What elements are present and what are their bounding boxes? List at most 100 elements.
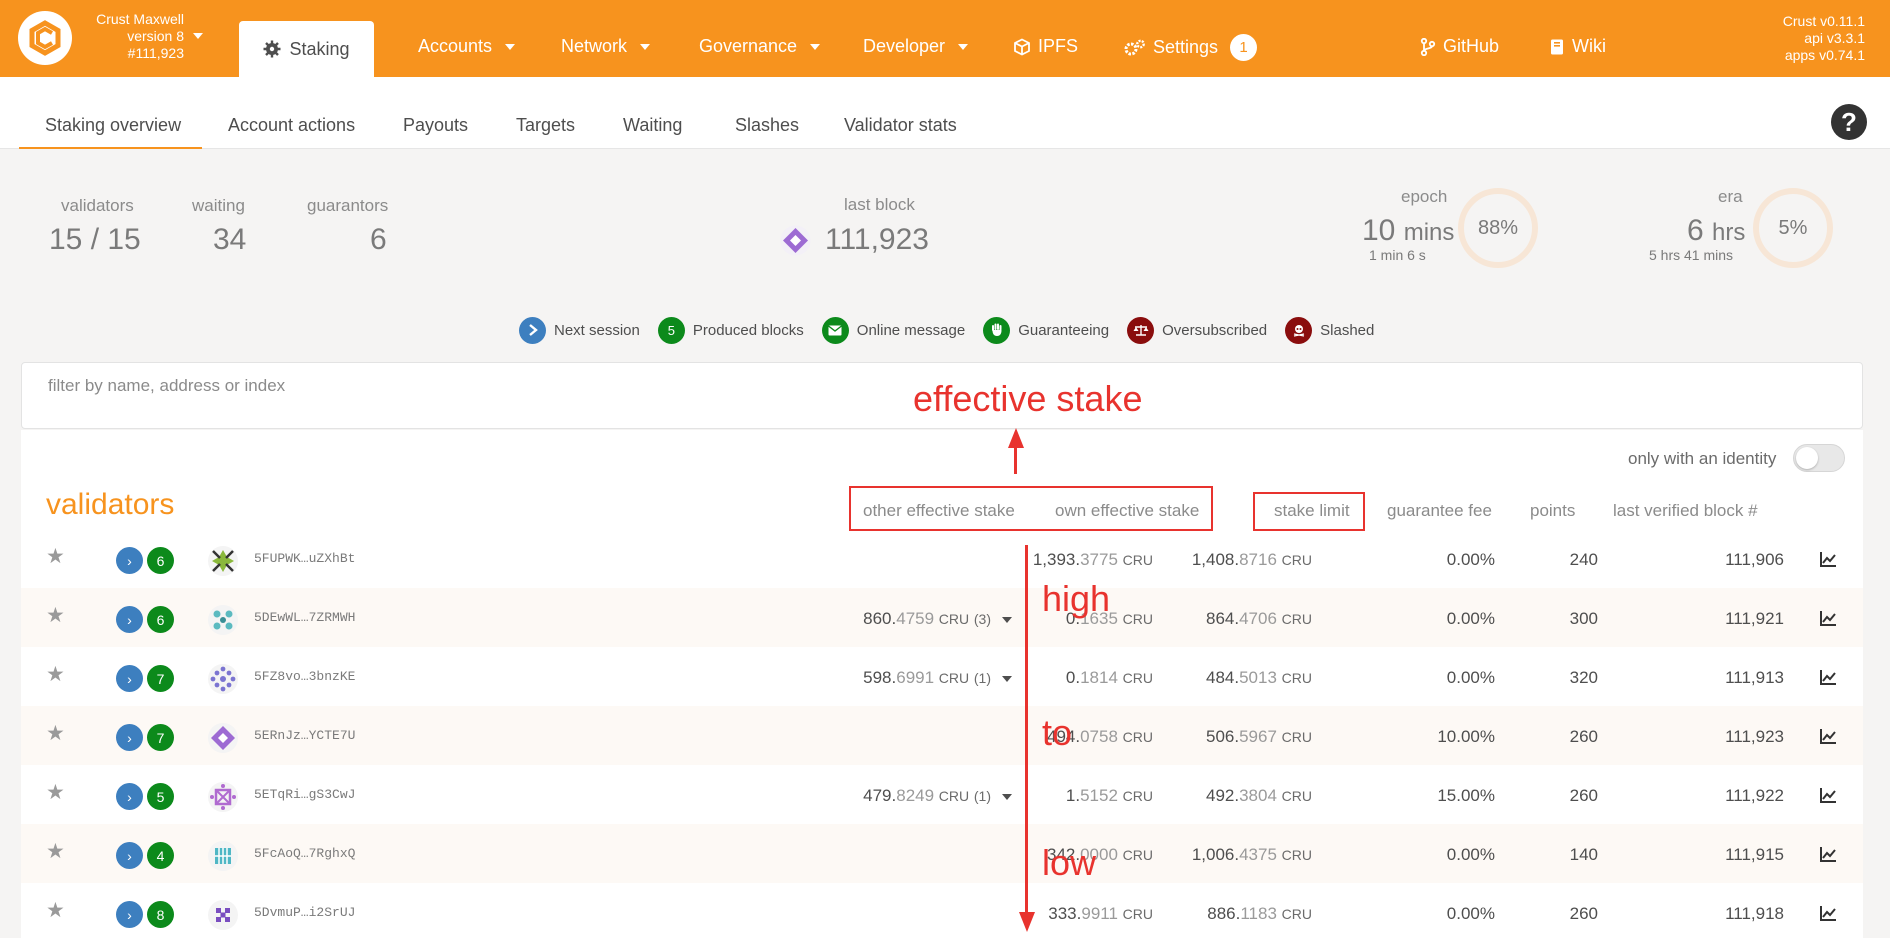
epoch-unit: mins <box>1403 219 1455 246</box>
validator-address[interactable]: 5FcAoQ…7RghxQ <box>254 846 355 861</box>
identicon-icon[interactable] <box>208 900 238 930</box>
stake-limit: 492.3804 CRU <box>1206 786 1312 806</box>
validator-address[interactable]: 5FZ8vo…3bnzKE <box>254 669 355 684</box>
points: 140 <box>1569 845 1598 864</box>
nav-governance[interactable]: Governance <box>699 36 821 57</box>
other-stake[interactable]: 479.8249 CRU (1) <box>863 786 1012 806</box>
table-row[interactable]: ★ › 8 5DvmuP…i2SrUJ 333.9911 CRU 886.118… <box>21 883 1863 938</box>
nav-settings[interactable]: Settings 1 <box>1124 34 1258 61</box>
annotation-box-stake-limit <box>1253 492 1365 531</box>
other-stake[interactable]: 860.4759 CRU (3) <box>863 609 1012 629</box>
identicon-icon[interactable] <box>208 841 238 871</box>
caret-down-icon[interactable] <box>1002 616 1012 623</box>
caret-down-icon[interactable] <box>1002 675 1012 682</box>
chain-block: #111,923 <box>127 45 184 61</box>
stake-limit-int: 506. <box>1206 727 1240 746</box>
envelope-icon <box>821 316 849 344</box>
star-icon[interactable]: ★ <box>46 782 65 803</box>
link-wiki[interactable]: Wiki <box>1549 36 1606 57</box>
table-row[interactable]: ★ › 5 5ETqRi…gS3CwJ 479.8249 CRU (1) 1.5… <box>21 765 1863 824</box>
nav-staking[interactable]: Staking <box>239 21 374 77</box>
chain-dropdown-icon[interactable] <box>193 33 203 39</box>
stake-limit-dec: 8716 <box>1239 550 1277 569</box>
era-value: 6 hrs <box>1687 214 1745 248</box>
tab-staking-overview[interactable]: Staking overview <box>45 115 181 136</box>
tab-payouts[interactable]: Payouts <box>403 115 468 136</box>
table-row[interactable]: ★ › 4 5FcAoQ…7RghxQ 342.0000 CRU 1,006.4… <box>21 824 1863 883</box>
unit: CRU <box>1281 847 1312 863</box>
stake-limit-int: 1,006. <box>1191 845 1240 864</box>
table-row[interactable]: ★ › 7 5ERnJz…YCTE7U 494.0758 CRU 506.596… <box>21 706 1863 765</box>
chart-line-icon[interactable] <box>1819 786 1837 804</box>
tab-waiting[interactable]: Waiting <box>623 115 682 136</box>
era-label: era <box>1718 187 1743 206</box>
table-row[interactable]: ★ › 7 5FZ8vo…3bnzKE 598.6991 CRU (1) 0.1… <box>21 647 1863 706</box>
identicon-icon[interactable] <box>208 605 238 635</box>
star-icon[interactable]: ★ <box>46 841 65 862</box>
top-navbar: Crust Maxwell version 8 #111,923 Staking… <box>0 0 1890 77</box>
star-icon[interactable]: ★ <box>46 605 65 626</box>
book-icon <box>1551 39 1563 54</box>
balance-scale-icon <box>1127 316 1155 344</box>
last-verified-block: 111,915 <box>1725 845 1784 864</box>
validator-address[interactable]: 5DvmuP…i2SrUJ <box>254 905 355 920</box>
nav-ipfs[interactable]: IPFS <box>1013 36 1078 57</box>
star-icon[interactable]: ★ <box>46 664 65 685</box>
chart-line-icon[interactable] <box>1819 727 1837 745</box>
chart-line-icon[interactable] <box>1819 609 1837 627</box>
legend-produced-blocks: 5 Produced blocks <box>657 316 804 344</box>
validator-address[interactable]: 5ERnJz…YCTE7U <box>254 728 355 743</box>
identicon-icon[interactable] <box>208 546 238 576</box>
produced-blocks-badge: 7 <box>147 665 174 692</box>
chain-info[interactable]: Crust Maxwell version 8 #111,923 <box>87 11 184 62</box>
own-stake-int: 0. <box>1065 668 1081 687</box>
guarantee-fee: 15.00% <box>1437 786 1495 805</box>
crust-logo[interactable] <box>18 11 72 65</box>
filter-input[interactable] <box>48 376 748 396</box>
identity-toggle[interactable] <box>1793 444 1845 472</box>
link-github-label: GitHub <box>1443 36 1500 56</box>
unit: CRU <box>1281 788 1312 804</box>
star-icon[interactable]: ★ <box>46 723 65 744</box>
chart-line-icon[interactable] <box>1819 550 1837 568</box>
unit: CRU <box>1281 611 1312 627</box>
stake-limit-int: 484. <box>1206 668 1240 687</box>
next-session-icon: › <box>116 901 143 928</box>
star-icon[interactable]: ★ <box>46 900 65 921</box>
chart-line-icon[interactable] <box>1819 904 1837 922</box>
legend-label: Produced blocks <box>692 321 804 339</box>
table-row[interactable]: ★ › 6 5DEwWL…7ZRMWH 860.4759 CRU (3) 0.1… <box>21 588 1863 647</box>
nav-developer[interactable]: Developer <box>863 36 969 57</box>
unit: CRU <box>938 611 970 627</box>
nav-network[interactable]: Network <box>561 36 651 57</box>
col-last-block[interactable]: last verified block # <box>1613 501 1758 521</box>
unit: CRU <box>1122 847 1153 863</box>
help-icon[interactable]: ? <box>1831 104 1867 140</box>
star-icon[interactable]: ★ <box>46 546 65 567</box>
epoch-number: 10 <box>1362 214 1396 247</box>
nav-accounts[interactable]: Accounts <box>418 36 516 57</box>
last-verified-block: 111,923 <box>1725 727 1784 746</box>
tab-validator-stats[interactable]: Validator stats <box>844 115 957 136</box>
identicon-icon[interactable] <box>208 664 238 694</box>
last-verified-block: 111,918 <box>1725 904 1784 923</box>
annotation-effective-stake: effective stake <box>913 378 1143 419</box>
validator-address[interactable]: 5FUPWK…uZXhBt <box>254 551 355 566</box>
chart-line-icon[interactable] <box>1819 845 1837 863</box>
validator-address[interactable]: 5ETqRi…gS3CwJ <box>254 787 355 802</box>
chart-line-icon[interactable] <box>1819 668 1837 686</box>
col-guarantee-fee[interactable]: guarantee fee <box>1387 501 1492 521</box>
tab-targets[interactable]: Targets <box>516 115 575 136</box>
api-version: api v3.3.1 <box>1804 30 1865 46</box>
tab-slashes[interactable]: Slashes <box>735 115 799 136</box>
identicon-icon[interactable] <box>208 782 238 812</box>
identicon-icon[interactable] <box>208 723 238 753</box>
validator-address[interactable]: 5DEwWL…7ZRMWH <box>254 610 355 625</box>
caret-down-icon[interactable] <box>1002 793 1012 800</box>
version-info: Crust v0.11.1 api v3.3.1 apps v0.74.1 <box>1783 13 1865 64</box>
other-stake[interactable]: 598.6991 CRU (1) <box>863 668 1012 688</box>
col-points[interactable]: points <box>1530 501 1575 521</box>
table-row[interactable]: ★ › 6 5FUPWK…uZXhBt 1,393.3775 CRU 1,408… <box>21 529 1863 588</box>
tab-account-actions[interactable]: Account actions <box>228 115 355 136</box>
link-github[interactable]: GitHub <box>1420 36 1499 57</box>
